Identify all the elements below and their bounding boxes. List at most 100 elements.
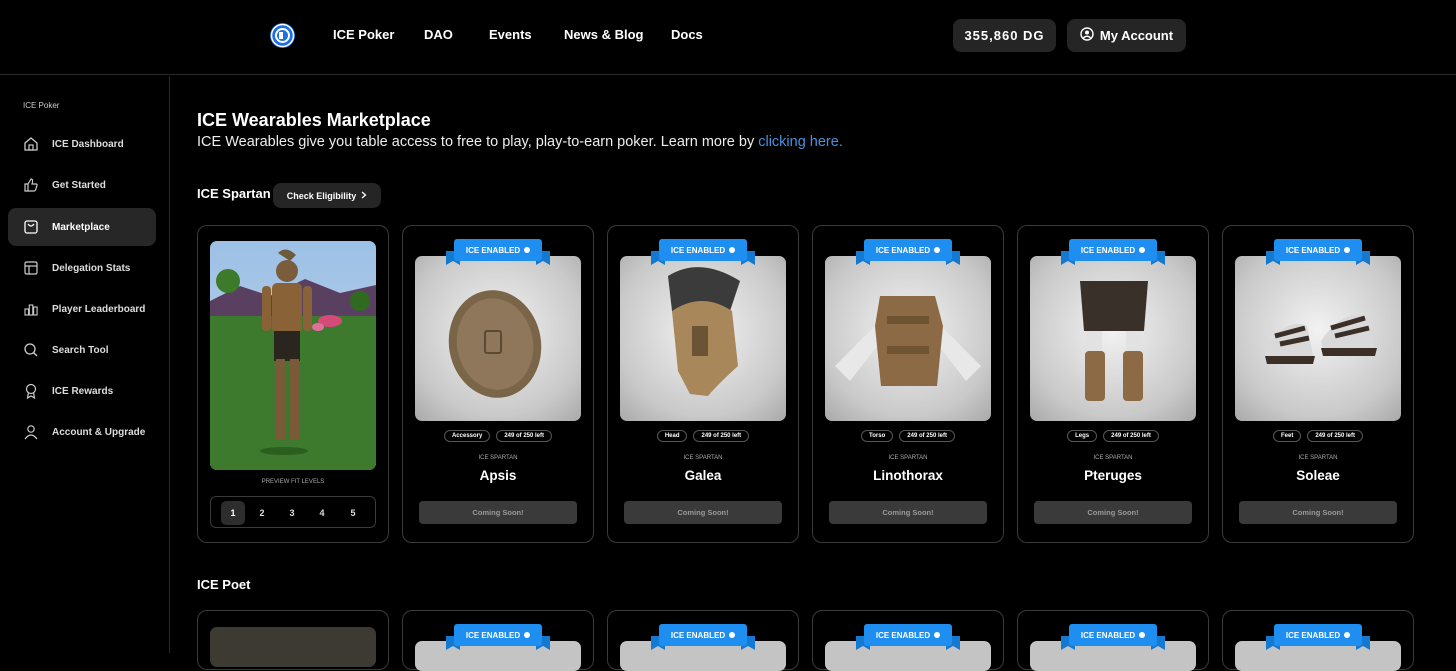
sidebar-item-account-upgrade[interactable]: Account & Upgrade	[8, 413, 156, 451]
info-dot-icon	[524, 632, 531, 638]
collection-label: ICE SPARTAN	[1093, 455, 1133, 461]
supply-tag: 249 of 250 left	[496, 430, 553, 442]
info-dot-icon	[1344, 247, 1351, 253]
search-icon	[23, 342, 39, 358]
info-dot-icon	[1139, 632, 1146, 638]
ice-enabled-label: ICE ENABLED	[1285, 245, 1341, 255]
sidebar-item-marketplace[interactable]: Marketplace	[8, 208, 156, 246]
supply-tag: 249 of 250 left	[899, 430, 955, 442]
ice-enabled-ribbon: ICE ENABLED	[1061, 239, 1165, 267]
slot-tag: Feet	[1272, 430, 1302, 442]
sidebar-item-search-tool[interactable]: Search Tool	[8, 331, 156, 369]
sidebar-item-player-leaderboard[interactable]: Player Leaderboard	[8, 290, 156, 328]
coming-soon-button[interactable]: Coming Soon!	[419, 501, 577, 524]
nav-docs[interactable]: Docs	[671, 27, 703, 45]
dg-balance-button[interactable]: 355,860 DG	[953, 19, 1056, 52]
clicking-here-link[interactable]: clicking here.	[758, 134, 843, 150]
collection-label: ICE SPARTAN	[888, 455, 928, 461]
wearable-name: Linothorax	[873, 468, 943, 483]
sidebar-item-get-started[interactable]: Get Started	[8, 166, 156, 204]
sidebar-item-ice-dashboard[interactable]: ICE Dashboard	[8, 125, 156, 163]
check-eligibility-button[interactable]: Check Eligibility	[273, 183, 381, 208]
sidebar-item-ice-rewards[interactable]: ICE Rewards	[8, 372, 156, 410]
subtitle-text: ICE Wearables give you table access to f…	[197, 134, 759, 150]
layout-icon	[23, 260, 39, 276]
fit-level-2-button[interactable]: 2	[250, 501, 274, 525]
wearable-card[interactable]: ICE ENABLED	[1222, 610, 1414, 671]
sidebar-item-label: Account & Upgrade	[52, 426, 146, 438]
info-dot-icon	[1139, 247, 1146, 253]
fit-level-3-button[interactable]: 3	[280, 501, 304, 525]
wearable-name: Pteruges	[1084, 468, 1142, 483]
wearable-card[interactable]: ICE ENABLED	[402, 610, 594, 671]
bar-chart-icon	[23, 301, 39, 317]
ice-enabled-label: ICE ENABLED	[1080, 245, 1136, 255]
soleae-sandals-image	[1235, 256, 1401, 421]
slot-tag: Accessory	[443, 430, 491, 442]
galea-helmet-image	[620, 256, 786, 421]
linothorax-armor-image	[825, 256, 991, 421]
fit-level-5-button[interactable]: 5	[341, 501, 365, 525]
sidebar-item-label: Delegation Stats	[52, 262, 131, 274]
page-subtitle: ICE Wearables give you table access to f…	[197, 134, 843, 150]
preview-fit-levels-label: PREVIEW FIT LEVELS	[261, 479, 325, 485]
wearable-card[interactable]: ICE ENABLED	[812, 610, 1004, 671]
slot-tag: Legs	[1067, 430, 1098, 442]
spartan-avatar-preview-image	[210, 241, 376, 470]
top-navbar: ICE Poker DAO Events News & Blog Docs 35…	[0, 0, 1456, 75]
my-account-label: My Account	[1099, 28, 1174, 43]
slot-tag: Head	[656, 430, 688, 442]
home-icon	[23, 136, 39, 152]
ice-enabled-label: ICE ENABLED	[670, 245, 726, 255]
nav-events[interactable]: Events	[489, 27, 532, 45]
award-icon	[23, 383, 39, 399]
coming-soon-button[interactable]: Coming Soon!	[1034, 501, 1192, 524]
sidebar-item-delegation-stats[interactable]: Delegation Stats	[8, 249, 156, 287]
nav-dao[interactable]: DAO	[424, 27, 453, 45]
coming-soon-button[interactable]: Coming Soon!	[624, 501, 782, 524]
nav-ice-poker[interactable]: ICE Poker	[333, 27, 394, 45]
ice-enabled-ribbon: ICE ENABLED	[446, 239, 550, 267]
my-account-button[interactable]: My Account	[1067, 19, 1186, 52]
user-icon	[23, 424, 39, 440]
coming-soon-button[interactable]: Coming Soon!	[1239, 501, 1397, 524]
ice-enabled-ribbon: ICE ENABLED	[1266, 239, 1370, 267]
supply-tag: 249 of 250 left	[1103, 430, 1159, 442]
sidebar-item-label: Search Tool	[52, 344, 109, 356]
wearable-name: Soleae	[1296, 468, 1340, 483]
ice-enabled-ribbon: ICE ENABLED	[856, 239, 960, 267]
user-circle-icon	[1080, 27, 1094, 44]
info-dot-icon	[934, 632, 941, 638]
ice-enabled-label: ICE ENABLED	[1285, 630, 1341, 640]
fit-level-4-button[interactable]: 4	[310, 501, 334, 525]
wearable-card[interactable]: ICE ENABLED	[1017, 610, 1209, 671]
collection-label: ICE SPARTAN	[683, 455, 723, 461]
section-title-ice-poet: ICE Poet	[197, 577, 251, 592]
section-title-ice-spartan: ICE Spartan	[197, 186, 271, 201]
preview-card	[197, 610, 389, 670]
wearable-card-pteruges[interactable]: ICE ENABLED Legs 249 of 250 left ICE SPAR…	[1017, 225, 1209, 543]
bag-icon	[23, 219, 39, 235]
wearable-card-apsis[interactable]: ICE ENABLED Accessory 249 of 250 left ICE…	[402, 225, 594, 543]
decentral-games-logo-icon[interactable]	[270, 23, 295, 48]
info-dot-icon	[934, 247, 941, 253]
wearable-name: Apsis	[479, 468, 517, 483]
collection-label: ICE SPARTAN	[1298, 455, 1338, 461]
ice-enabled-ribbon: ICE ENABLED	[1061, 624, 1165, 652]
page-title: ICE Wearables Marketplace	[197, 110, 431, 130]
coming-soon-button[interactable]: Coming Soon!	[829, 501, 987, 524]
info-dot-icon	[1344, 632, 1351, 638]
wearable-card-soleae[interactable]: ICE ENABLED Feet 249 of 250 left ICE SPAR…	[1222, 225, 1414, 543]
ice-enabled-label: ICE ENABLED	[465, 245, 521, 255]
supply-tag: 249 of 250 left	[693, 430, 750, 442]
fit-level-1-button[interactable]: 1	[221, 501, 245, 525]
sidebar: ICE Poker ICE Dashboard Get Started Mark…	[0, 76, 170, 653]
wearable-card[interactable]: ICE ENABLED	[607, 610, 799, 671]
chevron-right-icon	[361, 191, 367, 201]
sidebar-item-label: ICE Dashboard	[52, 138, 124, 150]
info-dot-icon	[729, 247, 736, 253]
wearable-card-linothorax[interactable]: ICE ENABLED Torso 249 of 250 left ICE SPA…	[812, 225, 1004, 543]
wearable-card-galea[interactable]: ICE ENABLED Head 249 of 250 left ICE SPAR…	[607, 225, 799, 543]
nav-news-blog[interactable]: News & Blog	[564, 27, 643, 45]
slot-tag: Torso	[861, 430, 894, 442]
